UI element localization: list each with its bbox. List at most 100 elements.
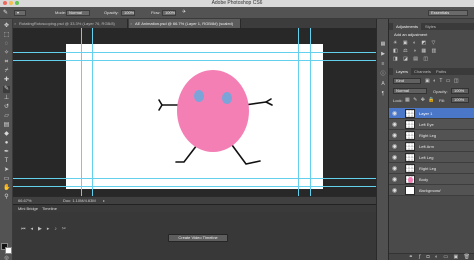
quick-select-tool-icon[interactable]: ✧	[3, 50, 10, 57]
zoom-tool-icon[interactable]: ⚲	[3, 194, 10, 201]
tab-rotating-rotoscoping[interactable]: × RotatingRotoscoping.psd @ 33.3% (Layer…	[13, 19, 128, 28]
quick-mask-icon[interactable]: ◎	[3, 255, 10, 260]
previous-frame-icon[interactable]: ◂	[31, 226, 34, 232]
fill-label: Fill:	[439, 98, 446, 103]
next-frame-icon[interactable]: ▸	[47, 226, 50, 232]
opacity-field[interactable]: 100%	[121, 10, 135, 16]
body-thumbnail-shape	[408, 177, 413, 183]
gradient-tool-icon[interactable]: ▤	[3, 122, 10, 129]
left-eye	[194, 90, 204, 102]
adjustment-icons-row-3[interactable]: ◨ ◪ ▤ ◫	[393, 56, 430, 62]
visibility-eye-icon[interactable]: ◉	[392, 143, 397, 150]
audio-icon[interactable]: ♪	[54, 226, 57, 232]
tab-channels[interactable]: Channels	[411, 68, 434, 75]
status-menu-icon[interactable]: ▸	[103, 197, 105, 204]
eyedropper-tool-icon[interactable]: ⌿	[3, 68, 10, 75]
crop-tool-icon[interactable]: ⌗	[3, 59, 10, 66]
add-mask-icon[interactable]: ◘	[427, 254, 432, 260]
visibility-eye-icon[interactable]: ◉	[392, 165, 397, 172]
tab-layers[interactable]: Layers	[393, 68, 412, 75]
layer-row[interactable]: ◉ Layer 1	[389, 108, 474, 119]
dodge-tool-icon[interactable]: ●	[3, 140, 10, 147]
layer-row[interactable]: ◉ Left Leg	[389, 152, 474, 163]
layer-name: Left Arm	[419, 144, 434, 149]
first-frame-icon[interactable]: ⏮	[21, 226, 26, 232]
layer-filter-icons[interactable]: ▣ ◐ T ▭ ◫	[425, 78, 460, 84]
type-tool-icon[interactable]: T	[3, 158, 10, 165]
visibility-eye-icon[interactable]: ◉	[392, 110, 397, 117]
properties-panel-icon[interactable]: ≡	[380, 61, 386, 67]
minimize-window-button[interactable]	[9, 1, 13, 5]
flow-field[interactable]: 100%	[162, 10, 176, 16]
tab-adjustments[interactable]: Adjustments	[393, 23, 422, 30]
tab-timeline[interactable]: Timeline	[42, 206, 57, 211]
zoom-window-button[interactable]	[15, 1, 19, 5]
brush-tool-icon[interactable]: ✎	[3, 9, 8, 16]
layer-row[interactable]: ◉ Right Leg	[389, 163, 474, 174]
adjustments-panel-tabs: Adjustments Styles	[389, 23, 474, 30]
tab-paths[interactable]: Paths	[433, 68, 449, 75]
play-icon[interactable]: ▶	[38, 226, 42, 232]
new-adjustment-icon[interactable]: ◐	[435, 254, 440, 260]
blur-tool-icon[interactable]: ◆	[3, 131, 10, 138]
workspace-switcher[interactable]: Essentials	[428, 10, 468, 16]
tab-styles[interactable]: Styles	[422, 23, 439, 30]
scissors-icon[interactable]: ✂	[62, 226, 66, 232]
layer-row[interactable]: ◉ Left Eye	[389, 119, 474, 130]
brush-tool-icon[interactable]: ✎	[3, 86, 10, 93]
document-tabs: × RotatingRotoscoping.psd @ 33.3% (Layer…	[13, 19, 388, 28]
lock-icons[interactable]: ▦ ✎ ✥ 🔒	[405, 97, 436, 103]
actions-panel-icon[interactable]: ▶	[380, 51, 386, 57]
character-panel-icon[interactable]: A	[380, 81, 386, 87]
new-layer-icon[interactable]: ▣	[454, 254, 461, 260]
adjustment-icons-row-2[interactable]: ◧ ⚖ ◑ ▦ ▥	[393, 48, 438, 54]
add-style-icon[interactable]: ƒ	[418, 254, 423, 260]
background-color-swatch[interactable]	[5, 247, 12, 254]
hand-tool-icon[interactable]: ✋	[3, 185, 10, 192]
lasso-tool-icon[interactable]: ◌	[3, 41, 10, 48]
layer-row[interactable]: ◉ Right Leg	[389, 130, 474, 141]
info-panel-icon[interactable]: ⓘ	[380, 71, 386, 77]
document-size[interactable]: Doc: 1.10M/4.63M	[63, 197, 96, 204]
marquee-tool-icon[interactable]: ⬚	[3, 32, 10, 39]
close-tab-icon[interactable]: ×	[14, 19, 16, 28]
layer-name: Left Eye	[419, 122, 434, 127]
visibility-eye-icon[interactable]: ◉	[392, 121, 397, 128]
visibility-eye-icon[interactable]: ◉	[392, 132, 397, 139]
layer-opacity-field[interactable]: 100%	[451, 88, 469, 94]
blend-mode-select[interactable]: Normal	[393, 88, 427, 94]
body	[177, 70, 249, 152]
mode-select[interactable]: Normal	[66, 10, 90, 16]
link-layers-icon[interactable]: ⚭	[409, 254, 415, 260]
brush-preset-picker[interactable]: ▾	[14, 10, 26, 16]
close-tab-icon[interactable]: ×	[130, 19, 132, 28]
paragraph-panel-icon[interactable]: ¶	[380, 91, 386, 97]
close-window-button[interactable]	[3, 1, 7, 5]
layer-row[interactable]: ◉ Background	[389, 185, 474, 196]
adjustment-icons-row-1[interactable]: ☀ ▣ ◐ ◩ ▽	[393, 40, 437, 46]
history-panel-icon[interactable]: ▦	[380, 41, 386, 47]
kind-filter-select[interactable]: Kind	[393, 78, 421, 84]
tab-mini-bridge[interactable]: Mini Bridge	[18, 206, 38, 211]
history-brush-tool-icon[interactable]: ↺	[3, 104, 10, 111]
airbrush-icon[interactable]: ✈	[182, 9, 186, 15]
healing-brush-tool-icon[interactable]: ✚	[3, 77, 10, 84]
zoom-level[interactable]: 66.67%	[18, 197, 32, 204]
options-bar: ✎ ▾ Mode: Normal Opacity: 100% Flow: 100…	[0, 7, 474, 19]
new-group-icon[interactable]: ▭	[443, 254, 450, 260]
shape-tool-icon[interactable]: ▭	[3, 176, 10, 183]
eraser-tool-icon[interactable]: ▱	[3, 113, 10, 120]
layer-row[interactable]: ◉ Left Arm	[389, 141, 474, 152]
clone-stamp-tool-icon[interactable]: ⊥	[3, 95, 10, 102]
create-video-timeline-button[interactable]: Create Video Timeline	[168, 234, 228, 242]
move-tool-icon[interactable]: ✥	[3, 23, 10, 30]
visibility-eye-icon[interactable]: ◉	[392, 154, 397, 161]
visibility-eye-icon[interactable]: ◉	[392, 176, 397, 183]
path-selection-tool-icon[interactable]: ➤	[3, 167, 10, 174]
fill-field[interactable]: 100%	[451, 97, 469, 103]
pen-tool-icon[interactable]: ✒	[3, 149, 10, 156]
layer-row[interactable]: ◉ Body	[389, 174, 474, 185]
delete-layer-icon[interactable]: 🗑	[464, 254, 472, 260]
tab-ae-animation[interactable]: × AE Animation.psd @ 66.7% (Layer 1, RGB…	[129, 19, 241, 28]
visibility-eye-icon[interactable]: ◉	[392, 187, 397, 194]
